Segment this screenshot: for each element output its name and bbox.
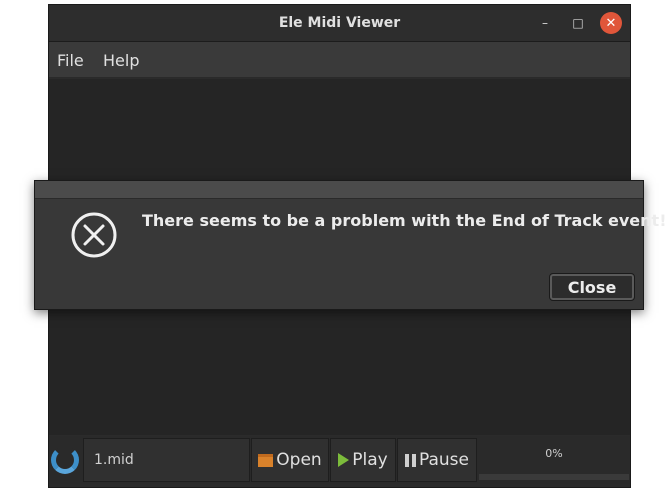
status-bar: 1.mid Open Play Pause 0% <box>49 436 630 484</box>
minimize-button[interactable]: – <box>534 12 556 34</box>
folder-icon <box>258 453 274 467</box>
loading-spinner-icon <box>51 446 79 474</box>
pause-button[interactable]: Pause <box>397 438 477 482</box>
progress-bar <box>479 474 629 480</box>
menu-file[interactable]: File <box>57 51 84 70</box>
title-bar[interactable]: Ele Midi Viewer – □ ✕ <box>49 5 630 42</box>
menu-help[interactable]: Help <box>103 51 139 70</box>
progress-text: 0% <box>545 447 563 460</box>
maximize-button[interactable]: □ <box>567 12 589 34</box>
open-button[interactable]: Open <box>251 438 329 482</box>
error-dialog: There seems to be a problem with the End… <box>34 180 667 310</box>
dialog-close-button[interactable]: Close <box>549 273 635 301</box>
pause-icon <box>405 453 416 467</box>
dialog-message: There seems to be a problem with the End… <box>142 211 667 230</box>
dialog-header[interactable] <box>35 181 643 199</box>
progress-display: 0% <box>479 438 629 472</box>
menu-bar: File Help <box>49 42 630 78</box>
pause-button-label: Pause <box>419 450 469 470</box>
filename-field[interactable]: 1.mid <box>83 438 250 482</box>
close-window-button[interactable]: ✕ <box>600 12 622 34</box>
error-circle-x-icon <box>71 212 117 258</box>
open-button-label: Open <box>276 450 322 470</box>
play-button[interactable]: Play <box>330 438 396 482</box>
play-icon <box>338 453 350 467</box>
play-button-label: Play <box>352 450 388 470</box>
